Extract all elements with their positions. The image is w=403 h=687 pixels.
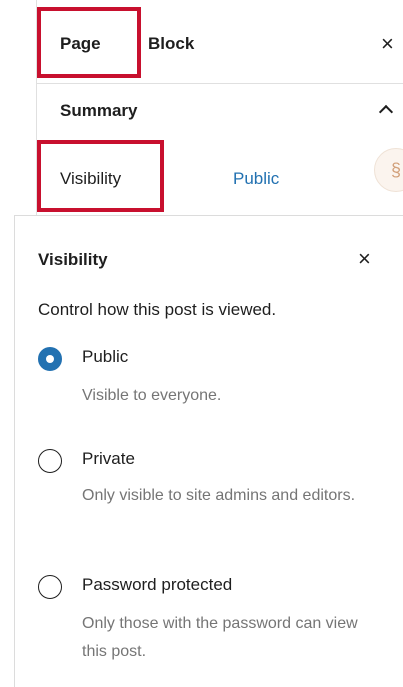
option-private-label[interactable]: Private [82,449,135,469]
close-popover-icon[interactable]: × [358,248,371,270]
close-sidebar-icon[interactable]: × [381,33,394,55]
option-public-label[interactable]: Public [82,347,128,367]
summary-panel-title[interactable]: Summary [60,101,137,121]
visibility-toggle-button[interactable]: Public [233,169,279,189]
tab-block[interactable]: Block [148,34,194,54]
tabs-divider [36,83,403,84]
popover-title: Visibility [38,250,108,269]
option-public-help: Visible to everyone. [82,387,222,404]
option-password-protected-help: Only those with the password can view th… [82,615,358,660]
highlight-box-visibility [37,140,164,212]
popover-description: Control how this post is viewed. [38,300,277,319]
radio-private[interactable] [38,449,62,473]
avatar-glyph: § [391,160,402,180]
option-password-protected-label[interactable]: Password protected [82,575,232,595]
radio-public[interactable] [38,347,62,371]
radio-password-protected[interactable] [38,575,62,599]
highlight-box-page-tab [37,7,141,78]
option-private-help: Only visible to site admins and editors. [82,487,356,504]
